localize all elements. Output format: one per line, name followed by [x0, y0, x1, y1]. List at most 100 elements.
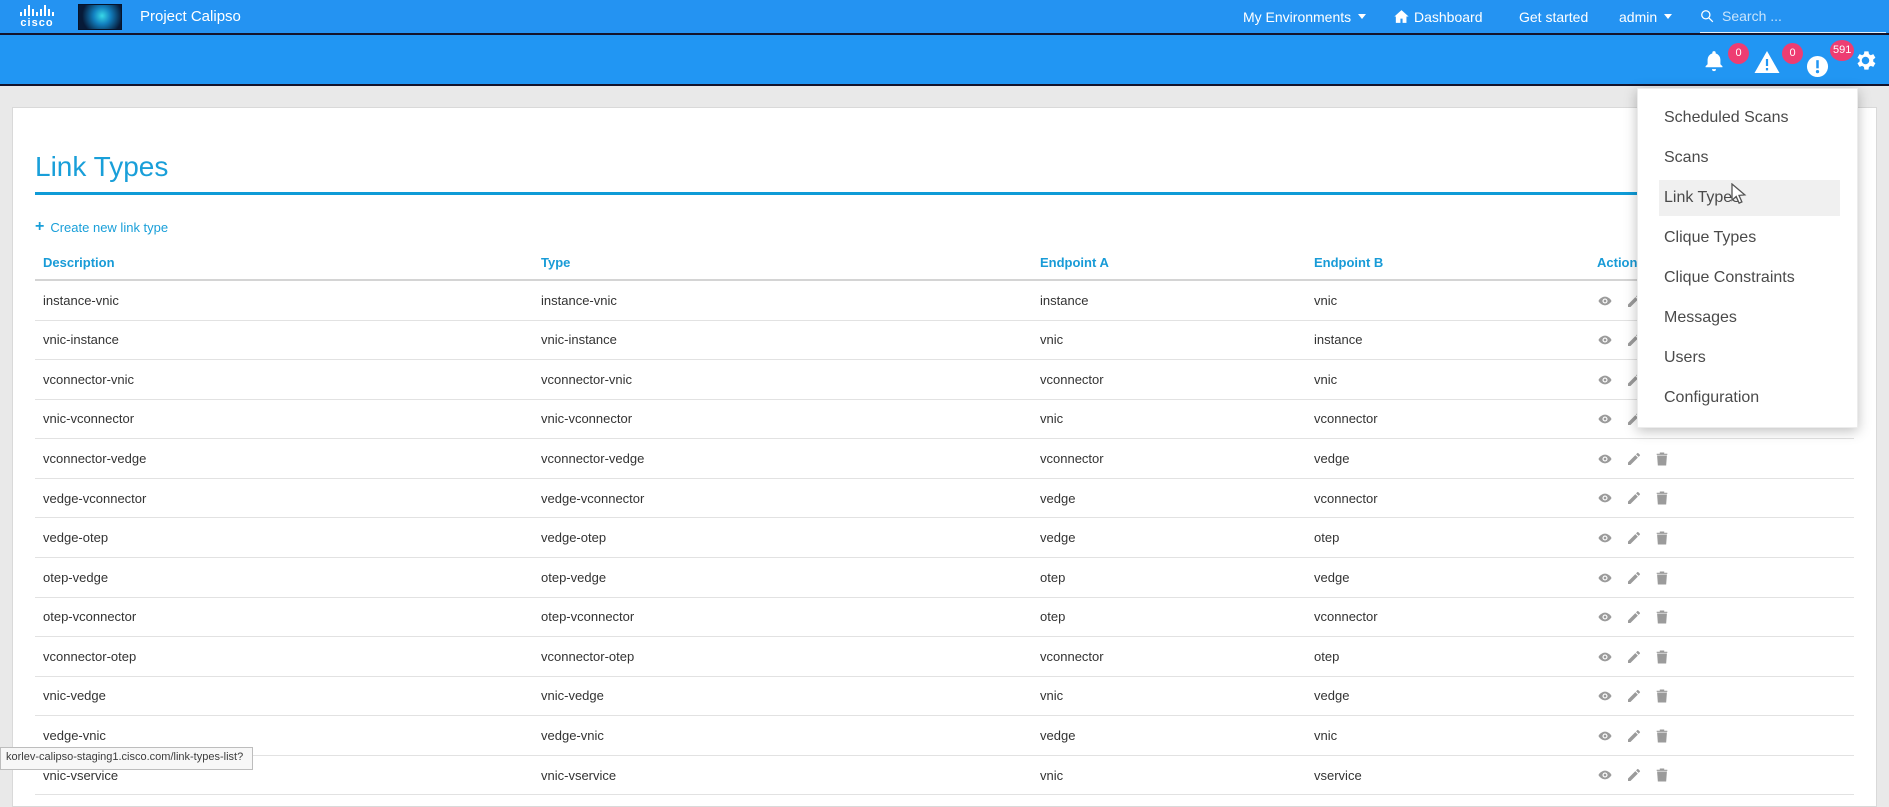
status-bar-url: korlev-calipso-staging1.cisco.com/link-t… — [0, 747, 253, 770]
pencil-icon[interactable] — [1626, 570, 1642, 586]
cell-actions — [1589, 755, 1854, 795]
settings-menu: Scheduled Scans Scans Link Types Clique … — [1637, 88, 1858, 428]
trash-icon[interactable] — [1654, 767, 1670, 783]
trash-icon[interactable] — [1654, 530, 1670, 546]
eye-icon[interactable] — [1597, 293, 1613, 309]
eye-icon[interactable] — [1597, 767, 1613, 783]
settings-menu-item[interactable]: Messages — [1638, 298, 1857, 338]
pencil-icon[interactable] — [1626, 728, 1642, 744]
pencil-icon[interactable] — [1626, 451, 1642, 467]
pencil-icon[interactable] — [1626, 649, 1642, 665]
column-header-type[interactable]: Type — [533, 249, 1032, 280]
cell-actions — [1589, 637, 1854, 677]
pencil-icon[interactable] — [1626, 530, 1642, 546]
cell-endpoint-b: vnic — [1306, 280, 1589, 320]
search-icon — [1700, 9, 1714, 23]
cell-endpoint-a: vnic — [1032, 320, 1306, 360]
table-row: vconnector-vedge vconnector-vedge vconne… — [35, 439, 1854, 479]
cell-description: otep-vconnector — [35, 597, 533, 637]
table-header-row: Description Type Endpoint A Endpoint B A… — [35, 249, 1854, 280]
gear-icon[interactable] — [1853, 48, 1878, 73]
settings-menu-item[interactable]: Scheduled Scans — [1638, 98, 1857, 138]
cell-actions — [1589, 439, 1854, 479]
eye-icon[interactable] — [1597, 332, 1613, 348]
column-header-endpoint-b[interactable]: Endpoint B — [1306, 249, 1589, 280]
table-row: otep-vedge otep-vedge otep vedge — [35, 557, 1854, 597]
trash-icon[interactable] — [1654, 609, 1670, 625]
cell-endpoint-a: vedge — [1032, 478, 1306, 518]
pencil-icon[interactable] — [1626, 490, 1642, 506]
alerts-bar: 0 0 591 — [0, 35, 1889, 84]
eye-icon[interactable] — [1597, 530, 1613, 546]
cell-description: vedge-vconnector — [35, 478, 533, 518]
create-new-link-type-button[interactable]: + Create new link type — [35, 218, 168, 236]
chevron-down-icon — [1664, 14, 1672, 19]
cell-type: vnic-instance — [533, 320, 1032, 360]
cell-endpoint-b: vservice — [1306, 755, 1589, 795]
column-header-description[interactable]: Description — [35, 249, 533, 280]
table-row: vconnector-vnic vconnector-vnic vconnect… — [35, 360, 1854, 400]
eye-icon[interactable] — [1597, 411, 1613, 427]
eye-icon[interactable] — [1597, 649, 1613, 665]
trash-icon[interactable] — [1654, 649, 1670, 665]
warning-triangle-icon[interactable] — [1754, 50, 1780, 74]
nav-admin[interactable]: admin — [1619, 0, 1672, 33]
eye-icon[interactable] — [1597, 688, 1613, 704]
cell-description: instance-vnic — [35, 280, 533, 320]
eye-icon[interactable] — [1597, 609, 1613, 625]
home-icon — [1393, 8, 1410, 25]
trash-icon[interactable] — [1654, 728, 1670, 744]
pencil-icon[interactable] — [1626, 688, 1642, 704]
eye-icon[interactable] — [1597, 490, 1613, 506]
cell-type: vconnector-vedge — [533, 439, 1032, 479]
search-input[interactable] — [1722, 8, 1862, 24]
error-circle-icon[interactable] — [1806, 55, 1829, 78]
top-navbar: cisco Project Calipso My Environments Da… — [0, 0, 1889, 33]
settings-menu-item[interactable]: Configuration — [1638, 378, 1857, 418]
pencil-icon[interactable] — [1626, 609, 1642, 625]
table-row: vnic-vconnector vnic-vconnector vnic vco… — [35, 399, 1854, 439]
pencil-icon[interactable] — [1626, 767, 1642, 783]
table-row: vnic-instance vnic-instance vnic instanc… — [35, 320, 1854, 360]
trash-icon[interactable] — [1654, 688, 1670, 704]
settings-menu-item[interactable]: Scans — [1638, 138, 1857, 178]
cell-actions — [1589, 518, 1854, 558]
settings-menu-item[interactable]: Link Types — [1638, 178, 1857, 218]
alerts-bar-separator — [0, 84, 1889, 86]
eye-icon[interactable] — [1597, 372, 1613, 388]
plus-icon: + — [35, 218, 44, 236]
settings-menu-item[interactable]: Clique Constraints — [1638, 258, 1857, 298]
warning-badge[interactable]: 0 — [1782, 43, 1803, 64]
trash-icon[interactable] — [1654, 451, 1670, 467]
table-row: vnic-vedge vnic-vedge vnic vedge — [35, 676, 1854, 716]
cell-endpoint-a: vnic — [1032, 755, 1306, 795]
cell-endpoint-a: otep — [1032, 557, 1306, 597]
cell-type: vedge-vconnector — [533, 478, 1032, 518]
eye-icon[interactable] — [1597, 728, 1613, 744]
cell-endpoint-a: vedge — [1032, 716, 1306, 756]
calipso-logo-image — [78, 4, 122, 30]
cell-actions — [1589, 478, 1854, 518]
cell-type: vnic-vedge — [533, 676, 1032, 716]
settings-menu-item[interactable]: Users — [1638, 338, 1857, 378]
cisco-bars-icon — [20, 5, 54, 16]
trash-icon[interactable] — [1654, 570, 1670, 586]
bell-icon[interactable] — [1703, 50, 1725, 72]
column-header-endpoint-a[interactable]: Endpoint A — [1032, 249, 1306, 280]
chevron-down-icon — [1358, 14, 1366, 19]
cell-actions — [1589, 597, 1854, 637]
settings-menu-item[interactable]: Clique Types — [1638, 218, 1857, 258]
eye-icon[interactable] — [1597, 451, 1613, 467]
nav-dashboard[interactable]: Dashboard — [1393, 0, 1483, 33]
cell-description: vnic-instance — [35, 320, 533, 360]
eye-icon[interactable] — [1597, 570, 1613, 586]
nav-get-started[interactable]: Get started — [1519, 0, 1588, 33]
bell-badge[interactable]: 0 — [1728, 43, 1749, 64]
error-badge[interactable]: 591 — [1830, 40, 1854, 61]
cell-endpoint-b: vconnector — [1306, 478, 1589, 518]
search-box — [1700, 0, 1886, 33]
trash-icon[interactable] — [1654, 490, 1670, 506]
nav-my-environments[interactable]: My Environments — [1243, 0, 1366, 33]
cell-description: vconnector-vnic — [35, 360, 533, 400]
cell-endpoint-b: vnic — [1306, 716, 1589, 756]
